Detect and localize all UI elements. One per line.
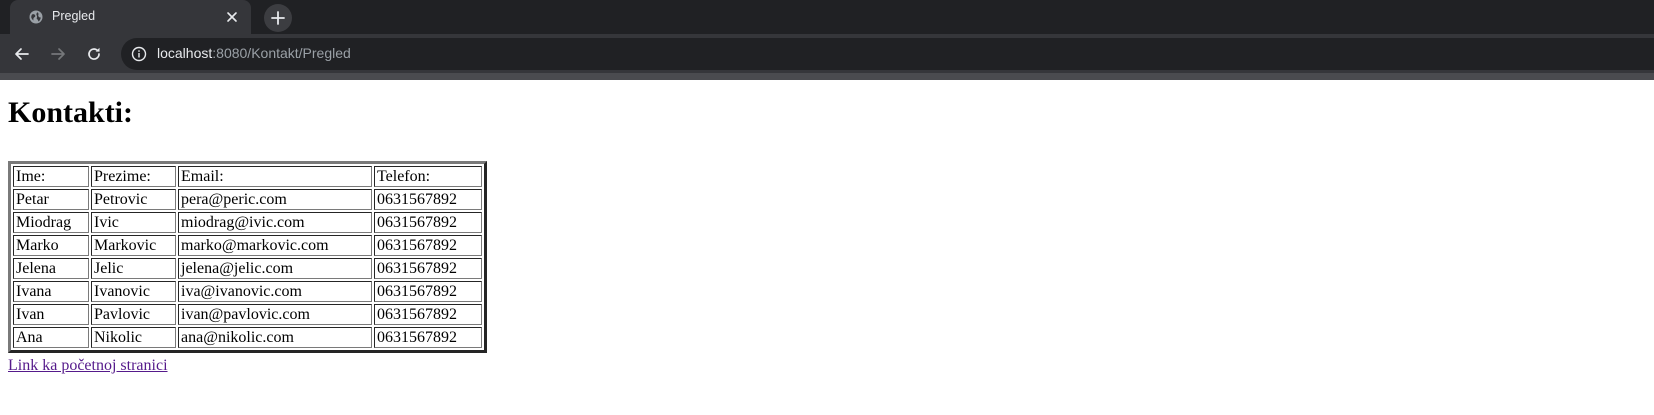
cell-email: iva@ivanovic.com [178, 281, 372, 302]
browser-tabstrip: Pregled [0, 0, 1654, 34]
browser-tab[interactable]: Pregled [10, 0, 251, 34]
close-tab-icon[interactable] [225, 10, 239, 24]
cell-ime: Ivana [13, 281, 89, 302]
cell-prezime: Jelic [91, 258, 176, 279]
tab-title: Pregled [52, 9, 96, 23]
url-text: localhost:8080/Kontakt/Pregled [157, 45, 351, 61]
contacts-table: Ime: Prezime: Email: Telefon: Petar Petr… [8, 161, 487, 353]
cell-ime: Marko [13, 235, 89, 256]
cell-telefon: 0631567892 [374, 212, 482, 233]
cell-telefon: 0631567892 [374, 304, 482, 325]
cell-telefon: 0631567892 [374, 327, 482, 348]
cell-ime: Ivan [13, 304, 89, 325]
header-telefon: Telefon: [374, 166, 482, 187]
cell-telefon: 0631567892 [374, 258, 482, 279]
cell-prezime: Pavlovic [91, 304, 176, 325]
table-header-row: Ime: Prezime: Email: Telefon: [13, 166, 482, 187]
cell-ime: Ana [13, 327, 89, 348]
url-host: localhost [157, 45, 213, 61]
table-row: Ivan Pavlovic ivan@pavlovic.com 06315678… [13, 304, 482, 325]
cell-prezime: Ivanovic [91, 281, 176, 302]
cell-email: jelena@jelic.com [178, 258, 372, 279]
cell-prezime: Markovic [91, 235, 176, 256]
table-row: Petar Petrovic pera@peric.com 0631567892 [13, 189, 482, 210]
cell-ime: Miodrag [13, 212, 89, 233]
page-title: Kontakti: [8, 96, 134, 129]
cell-email: ana@nikolic.com [178, 327, 372, 348]
table-row: Miodrag Ivic miodrag@ivic.com 0631567892 [13, 212, 482, 233]
reload-icon[interactable] [85, 45, 103, 63]
cell-email: miodrag@ivic.com [178, 212, 372, 233]
table-row: Marko Markovic marko@markovic.com 063156… [13, 235, 482, 256]
cell-prezime: Petrovic [91, 189, 176, 210]
cell-telefon: 0631567892 [374, 235, 482, 256]
cell-prezime: Nikolic [91, 327, 176, 348]
browser-toolbar: localhost:8080/Kontakt/Pregled [0, 34, 1654, 73]
header-ime: Ime: [13, 166, 89, 187]
table-row: Ana Nikolic ana@nikolic.com 0631567892 [13, 327, 482, 348]
page-content: Kontakti: Ime: Prezime: Email: Telefon: … [0, 80, 1654, 415]
cell-email: ivan@pavlovic.com [178, 304, 372, 325]
cell-telefon: 0631567892 [374, 281, 482, 302]
plus-icon [271, 11, 285, 25]
cell-telefon: 0631567892 [374, 189, 482, 210]
table-row: Jelena Jelic jelena@jelic.com 0631567892 [13, 258, 482, 279]
forward-arrow-icon[interactable] [49, 45, 67, 63]
cell-email: pera@peric.com [178, 189, 372, 210]
header-email: Email: [178, 166, 372, 187]
url-path: :8080/Kontakt/Pregled [212, 45, 351, 61]
globe-icon [29, 10, 43, 24]
toolbar-divider [0, 73, 1654, 80]
header-prezime: Prezime: [91, 166, 176, 187]
address-bar[interactable]: localhost:8080/Kontakt/Pregled [121, 38, 1654, 70]
home-page-link[interactable]: Link ka početnoj stranici [8, 357, 168, 375]
cell-ime: Petar [13, 189, 89, 210]
table-row: Ivana Ivanovic iva@ivanovic.com 06315678… [13, 281, 482, 302]
back-arrow-icon[interactable] [13, 45, 31, 63]
cell-email: marko@markovic.com [178, 235, 372, 256]
new-tab-button[interactable] [264, 4, 292, 32]
cell-ime: Jelena [13, 258, 89, 279]
site-info-icon[interactable] [131, 46, 147, 62]
cell-prezime: Ivic [91, 212, 176, 233]
